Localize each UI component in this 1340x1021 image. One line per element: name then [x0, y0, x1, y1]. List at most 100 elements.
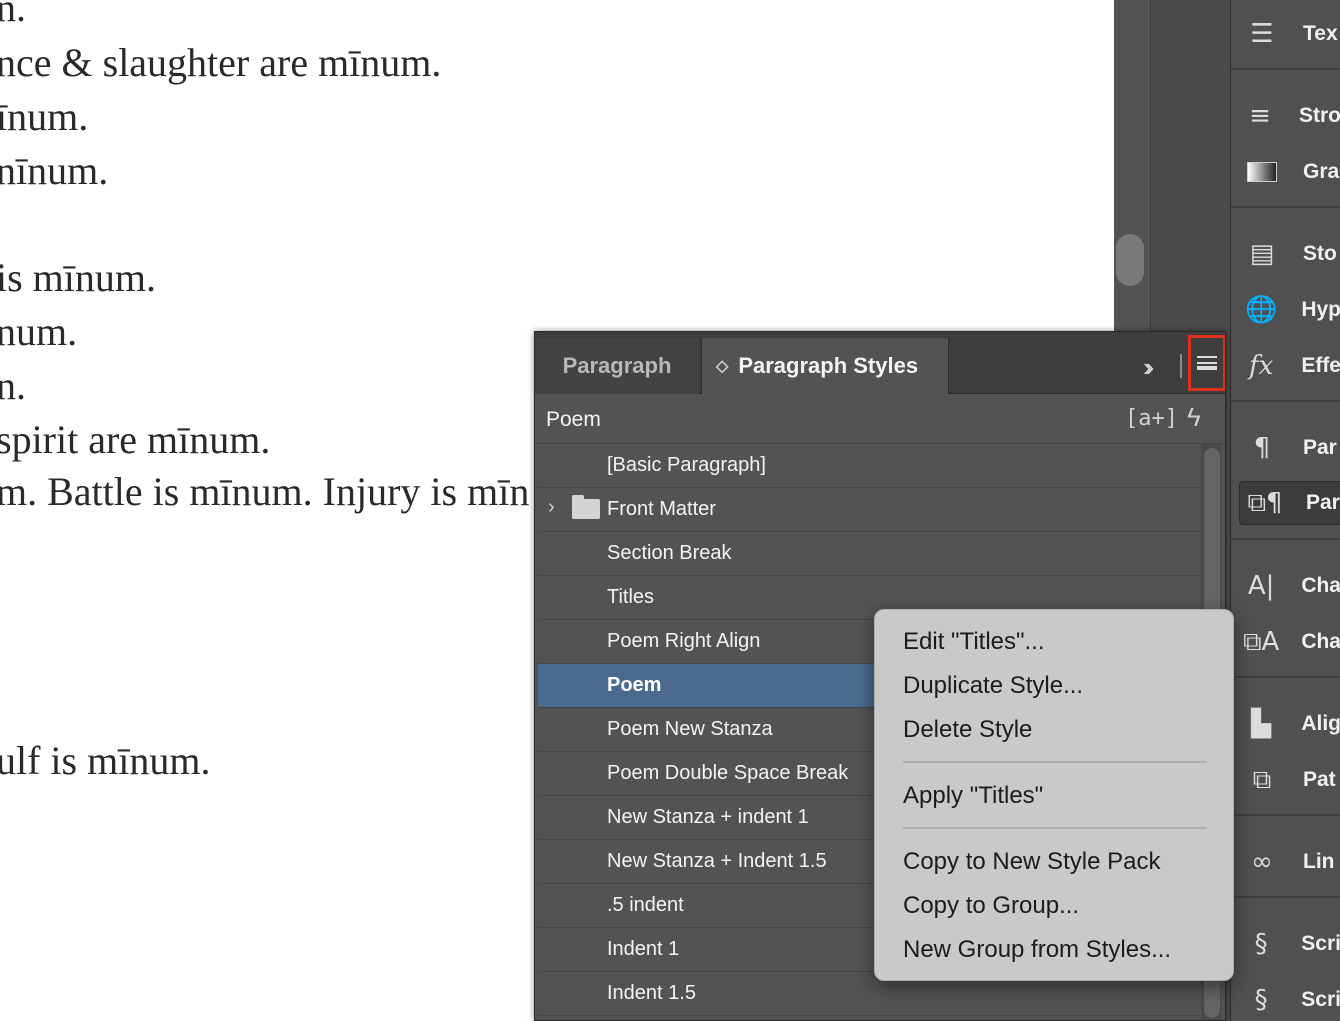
- current-style-bar: Poem [a+] ϟ: [535, 394, 1225, 444]
- dock-item-paragraph[interactable]: ¶ Par: [1237, 426, 1340, 470]
- document-text-line: num.: [0, 309, 78, 354]
- paragraph-styles-icon: ⧉¶: [1247, 487, 1283, 518]
- document-text-line: nce & slaughter are mīnum.: [0, 40, 442, 85]
- tab-divider: [1180, 354, 1182, 378]
- menu-item-apply-style[interactable]: Apply "Titles": [903, 782, 1043, 810]
- dock-divider: [1231, 68, 1340, 70]
- dock-item-script-label[interactable]: § Scri: [1237, 978, 1340, 1021]
- dock-divider: [1231, 538, 1340, 540]
- style-row-label: Titles: [607, 586, 655, 608]
- dock-item-label: Effe: [1301, 354, 1340, 377]
- dock-item-story[interactable]: ▤ Sto: [1237, 232, 1340, 276]
- menu-item-delete-style[interactable]: Delete Style: [903, 716, 1032, 744]
- menu-item-duplicate-style[interactable]: Duplicate Style...: [903, 672, 1083, 700]
- style-row-label: Indent 1.5: [607, 982, 696, 1004]
- dock-item-links[interactable]: ∞ Lin: [1237, 840, 1340, 884]
- dock-divider: [1231, 206, 1340, 208]
- style-row[interactable]: [Basic Paragraph]: [538, 444, 1200, 488]
- stroke-icon: ≡: [1249, 101, 1271, 131]
- style-row-label: New Stanza + indent 1: [607, 806, 809, 828]
- effects-icon: fx: [1249, 351, 1274, 381]
- document-text-line: īnum.: [0, 94, 89, 139]
- quick-apply-icon[interactable]: ϟ: [1187, 402, 1201, 433]
- menu-item-copy-to-new-style-pack[interactable]: Copy to New Style Pack: [903, 848, 1160, 876]
- align-icon: ▙: [1251, 709, 1272, 739]
- dock-divider: [1231, 814, 1340, 816]
- dock-item-label: Hyp: [1301, 298, 1340, 321]
- folder-icon: [572, 495, 600, 519]
- style-row-label: Indent 1: [607, 938, 680, 960]
- dock-item-gradient[interactable]: Gra: [1237, 150, 1340, 194]
- dock-item-label: Pat: [1303, 768, 1336, 791]
- dock-item-label: Lin: [1303, 850, 1335, 873]
- style-row-label: Poem: [607, 674, 662, 696]
- style-context-menu: Edit "Titles"... Duplicate Style... Dele…: [874, 609, 1234, 981]
- style-row[interactable]: Section Break: [538, 532, 1200, 576]
- style-row-label: [Basic Paragraph]: [607, 454, 766, 476]
- tab-paragraph[interactable]: Paragraph: [535, 338, 699, 394]
- script-label-icon: §: [1254, 985, 1268, 1015]
- style-row-label: New Stanza + Indent 1.5: [607, 850, 827, 872]
- dock-item-label: Tex: [1303, 22, 1338, 45]
- document-text-line: ulf is mīnum.: [0, 738, 211, 783]
- updown-arrows-icon: ◇: [716, 358, 729, 375]
- panel-tab-bar: Paragraph ◇ Paragraph Styles ››: [535, 332, 1225, 394]
- scripts-icon: §: [1254, 929, 1268, 959]
- dock-item-label: Cha: [1301, 630, 1340, 653]
- style-row-label: Front Matter: [607, 498, 716, 520]
- current-style-name: Poem: [546, 408, 601, 431]
- dock-item-pathfinder[interactable]: ⧉ Pat: [1237, 758, 1340, 802]
- dock-item-character-styles[interactable]: ⧉A Cha: [1237, 620, 1340, 664]
- menu-item-edit-style[interactable]: Edit "Titles"...: [903, 628, 1045, 656]
- chevron-right-icon[interactable]: ›: [548, 496, 555, 519]
- panel-menu-button[interactable]: [1188, 335, 1225, 391]
- tab-label: Paragraph: [562, 353, 672, 378]
- style-row-label: Section Break: [607, 542, 732, 564]
- dock-item-align[interactable]: ▙ Alig: [1237, 702, 1340, 746]
- document-text-line: n.: [0, 0, 26, 30]
- dock-item-label: Scri: [1301, 932, 1340, 955]
- tab-label: Paragraph Styles: [738, 353, 919, 378]
- panel-dock: ☰ Tex ≡ Stro Gra ▤ Sto 🌐 Hyp fx Effe ¶ P…: [1230, 0, 1340, 1021]
- style-row-label: Poem Right Align: [607, 630, 761, 652]
- menu-item-copy-to-group[interactable]: Copy to Group...: [903, 892, 1079, 920]
- dock-item-text-wrap[interactable]: ☰ Tex: [1237, 12, 1340, 56]
- dock-item-paragraph-styles[interactable]: ⧉¶ Par: [1239, 481, 1340, 525]
- style-group-row[interactable]: › Front Matter: [538, 488, 1200, 532]
- dock-divider: [1231, 400, 1340, 402]
- story-icon: ▤: [1249, 239, 1275, 269]
- document-text-line: nīnum.: [0, 148, 109, 193]
- dock-item-hyperlinks[interactable]: 🌐 Hyp: [1237, 288, 1340, 332]
- expand-panel-icon[interactable]: ››: [1143, 352, 1155, 383]
- clear-overrides-icon[interactable]: [a+]: [1125, 406, 1178, 431]
- menu-item-new-group-from-styles[interactable]: New Group from Styles...: [903, 936, 1171, 964]
- document-scrollbar-thumb[interactable]: [1116, 234, 1144, 286]
- character-styles-icon: ⧉A: [1242, 626, 1280, 657]
- gradient-icon: [1237, 150, 1287, 194]
- dock-item-effects[interactable]: fx Effe: [1237, 344, 1340, 388]
- dock-divider: [1231, 896, 1340, 898]
- links-icon: ∞: [1251, 847, 1273, 877]
- document-text-line: is mīnum.: [0, 255, 157, 300]
- paragraph-icon: ¶: [1253, 433, 1271, 463]
- menu-separator: [903, 761, 1207, 763]
- style-row-label: Poem New Stanza: [607, 718, 773, 740]
- dock-item-label: Par: [1303, 436, 1337, 459]
- pathfinder-icon: ⧉: [1252, 764, 1272, 795]
- dock-divider: [1231, 676, 1340, 678]
- dock-item-label: Par: [1306, 491, 1340, 514]
- document-text-line: m. Battle is mīnum. Injury is mīn: [0, 469, 530, 514]
- tab-paragraph-styles[interactable]: ◇ Paragraph Styles: [701, 338, 949, 394]
- style-row-label: Poem Double Space Break: [607, 762, 849, 784]
- dock-item-label: Stro: [1299, 104, 1340, 127]
- style-row-label: .5 indent: [607, 894, 684, 916]
- dock-item-label: Alig: [1301, 712, 1340, 735]
- dock-item-label: Scri: [1301, 988, 1340, 1011]
- dock-item-label: Gra: [1303, 160, 1340, 183]
- menu-separator: [903, 827, 1207, 829]
- dock-item-character[interactable]: A| Cha: [1237, 564, 1340, 608]
- hyperlinks-icon: 🌐: [1244, 295, 1278, 325]
- dock-item-scripts[interactable]: § Scri: [1237, 922, 1340, 966]
- document-text-line: n.: [0, 363, 26, 408]
- dock-item-stroke[interactable]: ≡ Stro: [1237, 94, 1340, 138]
